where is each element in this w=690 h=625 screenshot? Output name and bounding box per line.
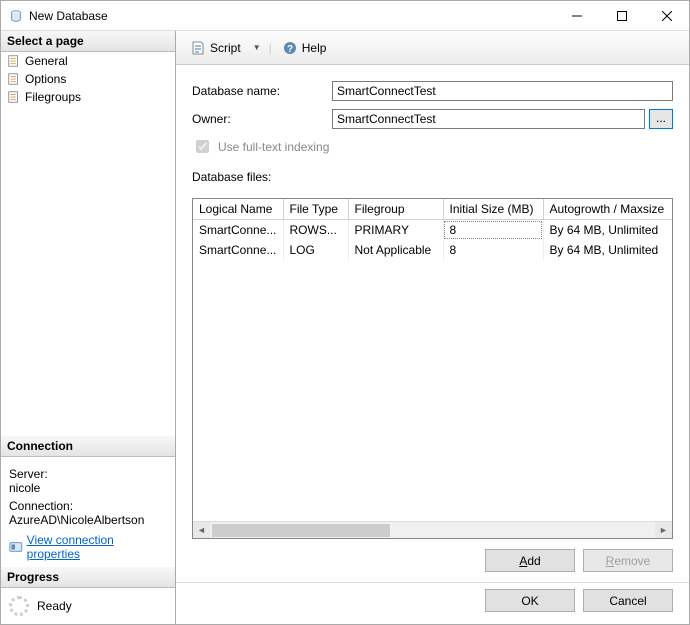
title-bar: New Database: [1, 1, 689, 31]
cell[interactable]: 8: [443, 240, 543, 260]
database-icon: [9, 9, 23, 23]
cancel-button[interactable]: Cancel: [583, 589, 673, 612]
pages-header: Select a page: [1, 31, 175, 52]
horizontal-scrollbar[interactable]: ◄ ►: [193, 521, 672, 538]
cell[interactable]: By 64 MB, Unlimited: [543, 220, 672, 240]
ok-button[interactable]: OK: [485, 589, 575, 612]
cell[interactable]: SmartConne...: [193, 220, 283, 240]
left-pane: Select a page General Options Filegroups…: [1, 31, 176, 624]
connection-header: Connection: [1, 436, 175, 457]
cell[interactable]: SmartConne...: [193, 240, 283, 260]
scroll-left-arrow[interactable]: ◄: [193, 522, 210, 539]
cell[interactable]: ROWS...: [283, 220, 348, 240]
minimize-button[interactable]: [554, 1, 599, 31]
maximize-button[interactable]: [599, 1, 644, 31]
database-files-label: Database files:: [192, 170, 673, 184]
fulltext-label: Use full-text indexing: [218, 140, 329, 154]
remove-button: Remove: [583, 549, 673, 572]
nav-label: Filegroups: [25, 90, 81, 104]
right-pane: Script ▼ | ? Help Database name: Owner: …: [176, 31, 689, 624]
owner-label: Owner:: [192, 112, 332, 126]
cell[interactable]: PRIMARY: [348, 220, 443, 240]
script-label: Script: [210, 41, 241, 55]
col-autogrowth[interactable]: Autogrowth / Maxsize: [543, 199, 672, 220]
cell[interactable]: LOG: [283, 240, 348, 260]
cell[interactable]: 8: [443, 220, 543, 240]
script-dropdown-arrow[interactable]: ▼: [251, 43, 263, 52]
server-value: nicole: [9, 481, 167, 495]
script-button[interactable]: Script: [186, 38, 245, 58]
scroll-right-arrow[interactable]: ►: [655, 522, 672, 539]
col-initial-size[interactable]: Initial Size (MB): [443, 199, 543, 220]
cell[interactable]: Not Applicable: [348, 240, 443, 260]
help-button[interactable]: ? Help: [278, 38, 331, 58]
col-file-type[interactable]: File Type: [283, 199, 348, 220]
toolbar: Script ▼ | ? Help: [176, 31, 689, 65]
progress-header: Progress: [1, 567, 175, 588]
properties-icon: [9, 540, 23, 554]
svg-text:?: ?: [287, 44, 293, 55]
database-files-grid[interactable]: Logical Name File Type Filegroup Initial…: [192, 198, 673, 539]
table-row[interactable]: SmartConne...ROWS...PRIMARY8By 64 MB, Un…: [193, 220, 672, 240]
page-filegroups[interactable]: Filegroups: [1, 88, 175, 106]
owner-input[interactable]: [332, 109, 645, 129]
col-filegroup[interactable]: Filegroup: [348, 199, 443, 220]
db-name-input[interactable]: [332, 81, 673, 101]
table-row[interactable]: SmartConne...LOGNot Applicable8By 64 MB,…: [193, 240, 672, 260]
nav-label: General: [25, 54, 68, 68]
connection-label: Connection:: [9, 499, 167, 513]
progress-spinner-icon: [9, 596, 29, 616]
nav-label: Options: [25, 72, 66, 86]
page-general[interactable]: General: [1, 52, 175, 70]
help-label: Help: [302, 41, 327, 55]
progress-status: Ready: [37, 599, 72, 613]
view-connection-properties-link[interactable]: View connection properties: [27, 533, 167, 561]
fulltext-checkbox: [196, 140, 209, 153]
window-title: New Database: [29, 9, 554, 23]
cell[interactable]: By 64 MB, Unlimited: [543, 240, 672, 260]
add-button[interactable]: Add: [485, 549, 575, 572]
close-button[interactable]: [644, 1, 689, 31]
owner-browse-button[interactable]: ...: [649, 109, 673, 129]
new-database-dialog: New Database Select a page General Optio…: [0, 0, 690, 625]
server-label: Server:: [9, 467, 167, 481]
page-options[interactable]: Options: [1, 70, 175, 88]
col-logical-name[interactable]: Logical Name: [193, 199, 283, 220]
connection-value: AzureAD\NicoleAlbertson: [9, 513, 167, 527]
db-name-label: Database name:: [192, 84, 332, 98]
